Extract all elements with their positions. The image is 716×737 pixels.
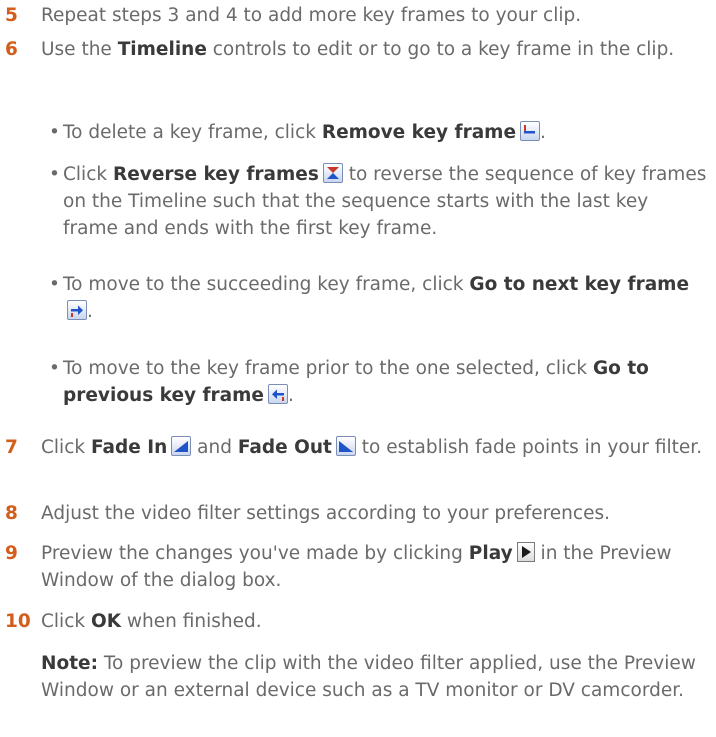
keyword-play: Play [468,543,513,564]
step-text: Click Fade In and Fade Out to establish … [41,436,703,458]
keyword-remove-key-frame: Remove key frame [321,122,517,143]
step-number: 5 [5,5,18,26]
step-5: 5 Repeat steps 3 and 4 to add more key f… [5,2,708,29]
play-icon [516,542,535,562]
remove-key-frame-icon [520,121,541,141]
step-text: Adjust the video filter settings accordi… [41,503,610,524]
step-number: 7 [5,437,18,458]
note: Note: To preview the clip with the video… [41,650,708,704]
bullet-dot: • [49,164,60,185]
keyword-fade-out: Fade Out [237,437,332,458]
step-number: 6 [5,39,18,60]
step-8: 8 Adjust the video filter settings accor… [5,500,708,527]
step-10: 10 Click OK when finished. [5,608,708,635]
bullet-next-key-frame: • To move to the succeeding key frame, c… [49,271,708,325]
keyword-timeline: Timeline [117,39,207,60]
step-number: 9 [5,543,18,564]
keyword-reverse-key-frames: Reverse key frames [112,164,319,185]
bullet-previous-key-frame: • To move to the key frame prior to the … [49,355,708,409]
fade-in-icon [171,436,192,456]
step-9: 9 Preview the changes you've made by cli… [5,540,708,594]
step-6: 6 Use the Timeline controls to edit or t… [5,36,708,63]
keyword-ok: OK [90,611,122,632]
keyword-fade-in: Fade In [90,437,168,458]
step-text: Preview the changes you've made by click… [41,542,672,591]
document-page: 5 Repeat steps 3 and 4 to add more key f… [0,0,716,737]
step-number: 10 [5,611,31,632]
step-text: Click OK when finished. [41,611,262,632]
go-to-previous-key-frame-icon [267,384,288,404]
reverse-key-frames-icon [322,163,343,183]
note-label: Note: [41,653,98,674]
step-7: 7 Click Fade In and Fade Out to establis… [5,434,708,461]
bullet-reverse-key-frames: • Click Reverse key frames to reverse th… [49,161,708,242]
bullet-dot: • [49,274,60,295]
bullet-remove-key-frame: • To delete a key frame, click Remove ke… [49,119,708,146]
bullet-dot: • [49,358,60,379]
keyword-go-to-next-key-frame: Go to next key frame [469,274,690,295]
step-number: 8 [5,503,18,524]
note-text: To preview the clip with the video filte… [41,653,696,701]
fade-out-icon [335,436,356,456]
step-text: Repeat steps 3 and 4 to add more key fra… [41,5,582,26]
bullet-dot: • [49,122,60,143]
go-to-next-key-frame-icon [67,300,87,320]
step-text: Use the Timeline controls to edit or to … [41,39,675,60]
